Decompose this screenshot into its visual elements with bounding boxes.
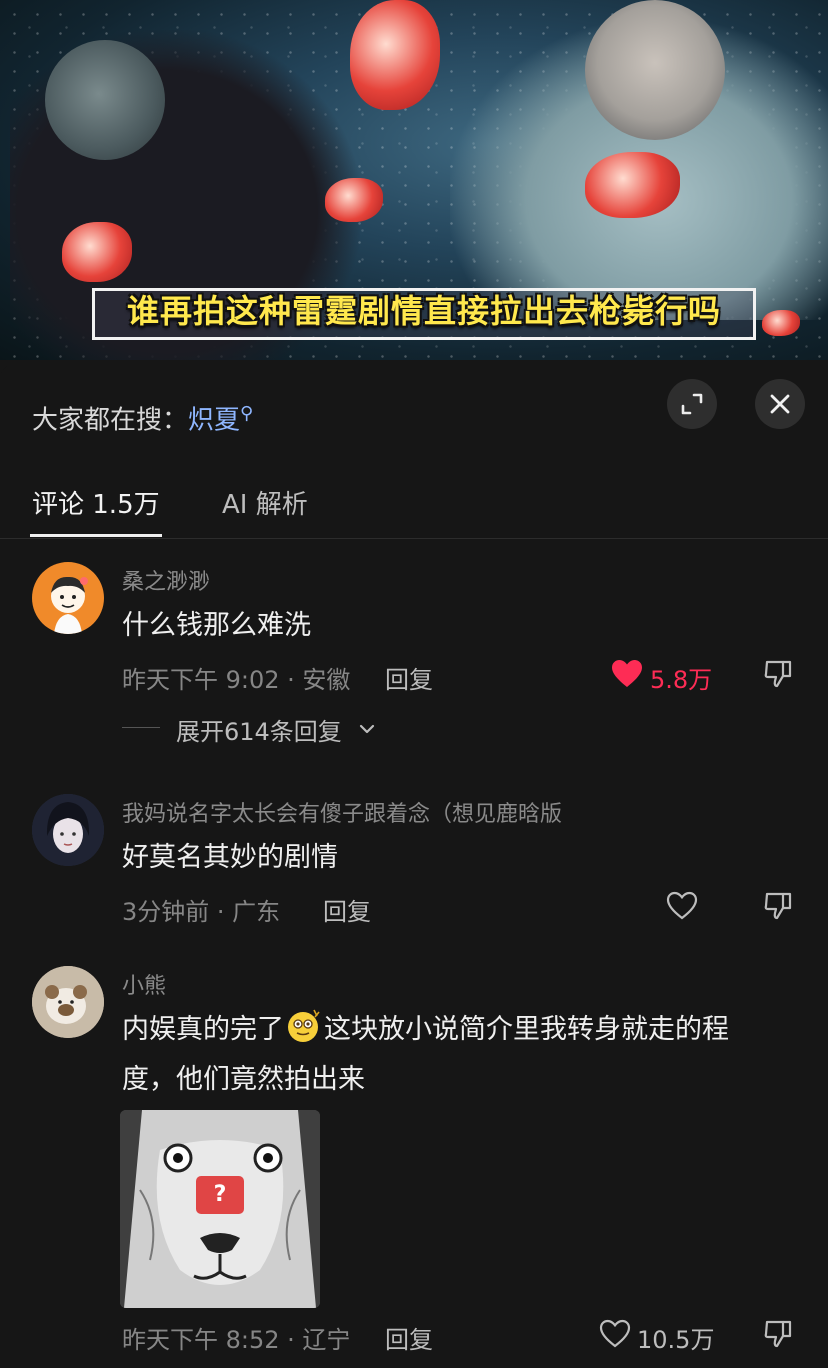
dizzy-face-emoji-icon bbox=[286, 1008, 322, 1044]
comment-tabs: 评论 1.5万 AI 解析 bbox=[0, 470, 828, 538]
tab-active-indicator bbox=[30, 534, 162, 537]
heart-filled-icon[interactable] bbox=[611, 659, 643, 689]
expand-button[interactable] bbox=[667, 379, 717, 429]
expand-icon bbox=[681, 393, 703, 415]
comment-image[interactable]: ? bbox=[120, 1110, 320, 1308]
avatar-cartoon-icon bbox=[51, 576, 88, 634]
goldfish bbox=[325, 178, 383, 222]
tabs-divider bbox=[0, 538, 828, 539]
comment-username[interactable]: 桑之渺渺 bbox=[122, 564, 210, 596]
thumbs-down-icon[interactable] bbox=[763, 1319, 793, 1349]
tab-ai-analysis[interactable]: AI 解析 bbox=[222, 484, 308, 521]
avatar-bear-icon bbox=[32, 966, 104, 1038]
trending-search[interactable]: 大家都在搜：炽夏⚲ bbox=[32, 394, 254, 436]
video-person-right-face bbox=[585, 0, 725, 140]
thumbs-down-icon[interactable] bbox=[763, 659, 793, 689]
avatar[interactable] bbox=[32, 966, 104, 1038]
chevron-down-icon bbox=[359, 724, 375, 734]
comment-time-location: 昨天下午 8:52 · 辽宁 bbox=[122, 1326, 351, 1354]
like-count: 5.8万 bbox=[650, 666, 713, 694]
goldfish bbox=[585, 152, 680, 218]
comment-text: 什么钱那么难洗 bbox=[122, 610, 311, 641]
comment-username[interactable]: 小熊 bbox=[122, 968, 166, 1000]
close-button[interactable] bbox=[755, 379, 805, 429]
heart-outline-icon[interactable] bbox=[666, 891, 698, 921]
goldfish bbox=[62, 222, 132, 282]
reply-button[interactable]: 回复 bbox=[323, 892, 371, 927]
tab-comments[interactable]: 评论 1.5万 bbox=[32, 484, 160, 521]
search-icon: ⚲ bbox=[240, 403, 254, 424]
goldfish bbox=[762, 310, 800, 336]
close-icon bbox=[770, 394, 790, 414]
expand-replies-label: 展开614条回复 bbox=[176, 718, 342, 746]
comment-time-location: 昨天下午 9:02 · 安徽 bbox=[122, 666, 351, 694]
thumbs-down-icon[interactable] bbox=[763, 891, 793, 921]
reply-button[interactable]: 回复 bbox=[385, 660, 433, 695]
trending-search-term[interactable]: 炽夏 bbox=[188, 406, 240, 436]
comment-text-part: 这块放小说简介里我转身就走的程 bbox=[324, 1014, 729, 1045]
comment-username[interactable]: 我妈说名字太长会有傻子跟着念（想见鹿晗版 bbox=[122, 796, 562, 828]
goldfish bbox=[350, 0, 440, 110]
image-error-badge: ? bbox=[196, 1176, 244, 1214]
reply-button[interactable]: 回复 bbox=[385, 1320, 433, 1355]
avatar[interactable] bbox=[32, 794, 104, 866]
video-subtitle: 谁再拍这种雷霆剧情直接拉出去枪毙行吗 bbox=[126, 292, 721, 330]
heart-outline-icon[interactable] bbox=[599, 1319, 631, 1349]
comment-text: 内娱真的完了 这块放小说简介里我转身就走的程 bbox=[122, 1005, 729, 1055]
avatar-anime-icon bbox=[32, 794, 104, 866]
video-player[interactable]: 谁再拍这种雷霆剧情直接拉出去枪毙行吗 bbox=[0, 0, 828, 360]
avatar[interactable] bbox=[32, 562, 104, 634]
comment-text-part: 内娱真的完了 bbox=[122, 1014, 284, 1045]
like-count: 10.5万 bbox=[637, 1326, 715, 1354]
comment-text-line2: 度，他们竟然拍出来 bbox=[122, 1064, 365, 1095]
trending-search-prefix: 大家都在搜： bbox=[32, 405, 189, 436]
video-person-left-face bbox=[45, 40, 165, 160]
expand-divider bbox=[122, 727, 160, 728]
comment-time-location: 3分钟前 · 广东 bbox=[122, 898, 281, 926]
comment-text: 好莫名其妙的剧情 bbox=[122, 842, 338, 873]
